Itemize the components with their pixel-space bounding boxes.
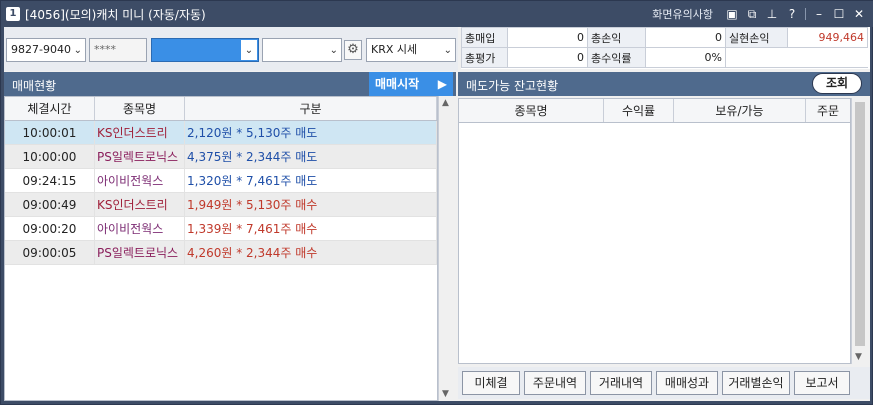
market-value: KRX 시세 — [371, 43, 418, 56]
total-rate-label: 총수익률 — [587, 47, 646, 68]
close-icon[interactable]: ✕ — [852, 7, 866, 21]
realized-pl-label: 실현손익 — [725, 27, 788, 48]
column-header-stock[interactable]: 종목명 — [459, 99, 604, 122]
help-icon[interactable]: ? — [785, 7, 799, 21]
trade-time: 10:00:01 — [5, 121, 95, 144]
scroll-thumb[interactable] — [855, 102, 865, 346]
total-buy-value: 0 — [507, 27, 588, 48]
balance-title: 매도가능 잔고현황 — [466, 79, 559, 93]
trade-detail: 4,260원 * 2,344주 매수 — [185, 241, 437, 264]
password-value: **** — [94, 43, 116, 56]
trade-detail: 1,949원 * 5,130주 매수 — [185, 193, 437, 216]
trade-row[interactable]: 10:00:00 PS일렉트로닉스 4,375원 * 2,344주 매도 — [5, 145, 437, 169]
chevron-down-icon: ⌄ — [73, 45, 82, 56]
chevron-down-icon: ⌄ — [241, 40, 257, 60]
trade-time: 09:00:49 — [5, 193, 95, 216]
trade-status-header: 매매현황 매매시작 ▶ — [4, 72, 456, 96]
trade-rows: 10:00:01 KS인더스트리 2,120원 * 5,130주 매도 10:00:0… — [5, 121, 437, 265]
pin-icon[interactable]: ⊥ — [765, 7, 779, 21]
window-body: 9827-9040 ⌄ **** ⌄ ⌄ ⚙ KRX 시세 ⌄ 총매입 0 총손… — [4, 27, 870, 401]
trade-row[interactable]: 10:00:01 KS인더스트리 2,120원 * 5,130주 매도 — [5, 121, 437, 145]
chevron-down-icon: ⌄ — [329, 45, 338, 56]
column-header-time[interactable]: 체결시간 — [5, 97, 95, 120]
strategy-select[interactable]: ⌄ — [151, 38, 259, 62]
column-header-name[interactable]: 종목명 — [95, 97, 185, 120]
trade-stock-name: KS인더스트리 — [95, 193, 185, 216]
trade-detail: 1,320원 * 7,461주 매도 — [185, 169, 437, 192]
trade-status-title: 매매현황 — [12, 79, 57, 93]
balance-header: 매도가능 잔고현황 조회 — [458, 72, 870, 96]
trade-grid-scrollbar[interactable]: ▲ ▼ — [438, 96, 455, 401]
screen-notice-link[interactable]: 화면유의사항 — [652, 6, 713, 22]
start-trading-button[interactable]: 매매시작 ▶ — [369, 72, 453, 96]
title-separator — [805, 8, 806, 20]
account-value: 9827-9040 — [11, 43, 71, 56]
window-title: [4056](모의)캐치 미니 (자동/자동) — [25, 8, 206, 22]
trade-row[interactable]: 09:00:20 아이비전웍스 1,339원 * 7,461주 매수 — [5, 217, 437, 241]
start-trading-label: 매매시작 — [375, 77, 420, 91]
trade-detail: 4,375원 * 2,344주 매도 — [185, 145, 437, 168]
maximize-icon[interactable]: ☐ — [832, 7, 846, 21]
scroll-down-icon[interactable]: ▼ — [442, 389, 449, 399]
trade-history-button[interactable]: 거래내역 — [590, 371, 652, 395]
trade-stock-name: KS인더스트리 — [95, 121, 185, 144]
chevron-down-icon: ⌄ — [443, 45, 452, 56]
action-buttons: 미체결 주문내역 거래내역 매매성과 거래별손익 보고서 — [458, 367, 870, 399]
title-bar-controls: 화면유의사항 ▣ ⧉ ⊥ ? – ☐ ✕ — [652, 5, 866, 23]
trade-stock-name: PS일렉트로닉스 — [95, 145, 185, 168]
trade-time: 09:24:15 — [5, 169, 95, 192]
account-select[interactable]: 9827-9040 ⌄ — [6, 38, 86, 62]
market-select[interactable]: KRX 시세 ⌄ — [366, 38, 456, 62]
trade-detail: 1,339원 * 7,461주 매수 — [185, 217, 437, 240]
trade-stock-name: 아이비전웍스 — [95, 217, 185, 240]
title-bar: 1 [4056](모의)캐치 미니 (자동/자동) 화면유의사항 ▣ ⧉ ⊥ ?… — [1, 1, 873, 27]
balance-grid-header: 종목명 수익률 보유/가능 주문 — [459, 99, 850, 123]
total-buy-label: 총매입 — [461, 27, 508, 48]
column-header-holding[interactable]: 보유/가능 — [674, 99, 806, 122]
control-bar: 9827-9040 ⌄ **** ⌄ ⌄ ⚙ KRX 시세 ⌄ — [4, 27, 458, 71]
dock-icon[interactable]: ▣ — [725, 7, 739, 21]
account-summary: 총매입 0 총손익 0 실현손익 949,464 총평가 0 총수익률 0% — [461, 27, 870, 69]
trade-grid-header: 체결시간 종목명 구분 — [5, 97, 437, 121]
realized-pl-value: 949,464 — [787, 27, 868, 48]
scroll-up-icon[interactable]: ▲ — [442, 98, 449, 108]
balance-grid-scrollbar[interactable]: ▼ — [851, 98, 868, 364]
order-history-button[interactable]: 주문내역 — [524, 371, 586, 395]
gear-icon[interactable]: ⚙ — [344, 40, 362, 60]
column-header-return[interactable]: 수익률 — [604, 99, 674, 122]
password-field[interactable]: **** — [89, 38, 147, 62]
scroll-down-icon[interactable]: ▼ — [855, 352, 862, 362]
unfilled-button[interactable]: 미체결 — [462, 371, 520, 395]
window-number-badge: 1 — [6, 7, 20, 21]
report-button[interactable]: 보고서 — [794, 371, 850, 395]
trade-detail: 2,120원 * 5,130주 매도 — [185, 121, 437, 144]
total-pl-label: 총손익 — [587, 27, 646, 48]
total-eval-value: 0 — [507, 47, 588, 68]
total-eval-label: 총평가 — [461, 47, 508, 68]
pl-by-trade-button[interactable]: 거래별손익 — [722, 371, 790, 395]
trade-row[interactable]: 09:00:49 KS인더스트리 1,949원 * 5,130주 매수 — [5, 193, 437, 217]
play-icon: ▶ — [437, 77, 447, 91]
trade-time: 09:00:20 — [5, 217, 95, 240]
minimize-icon[interactable]: – — [812, 7, 826, 21]
trade-time: 09:00:05 — [5, 241, 95, 264]
trade-stock-name: PS일렉트로닉스 — [95, 241, 185, 264]
balance-grid: 종목명 수익률 보유/가능 주문 — [458, 98, 851, 364]
trade-time: 10:00:00 — [5, 145, 95, 168]
condition-select[interactable]: ⌄ — [262, 38, 342, 62]
trade-row[interactable]: 09:00:05 PS일렉트로닉스 4,260원 * 2,344주 매수 — [5, 241, 437, 265]
column-header-order[interactable]: 주문 — [806, 99, 850, 122]
column-header-type[interactable]: 구분 — [185, 97, 437, 120]
trade-stock-name: 아이비전웍스 — [95, 169, 185, 192]
trade-performance-button[interactable]: 매매성과 — [656, 371, 718, 395]
query-button[interactable]: 조회 — [812, 73, 862, 94]
summary-empty-cell — [725, 47, 868, 68]
total-pl-value: 0 — [645, 27, 726, 48]
window-copy-icon[interactable]: ⧉ — [745, 7, 759, 21]
total-rate-value: 0% — [645, 47, 726, 68]
trade-row[interactable]: 09:24:15 아이비전웍스 1,320원 * 7,461주 매도 — [5, 169, 437, 193]
trade-grid: 체결시간 종목명 구분 10:00:01 KS인더스트리 2,120원 * 5,13… — [4, 96, 438, 401]
app-window: 1 [4056](모의)캐치 미니 (자동/자동) 화면유의사항 ▣ ⧉ ⊥ ?… — [0, 0, 873, 405]
